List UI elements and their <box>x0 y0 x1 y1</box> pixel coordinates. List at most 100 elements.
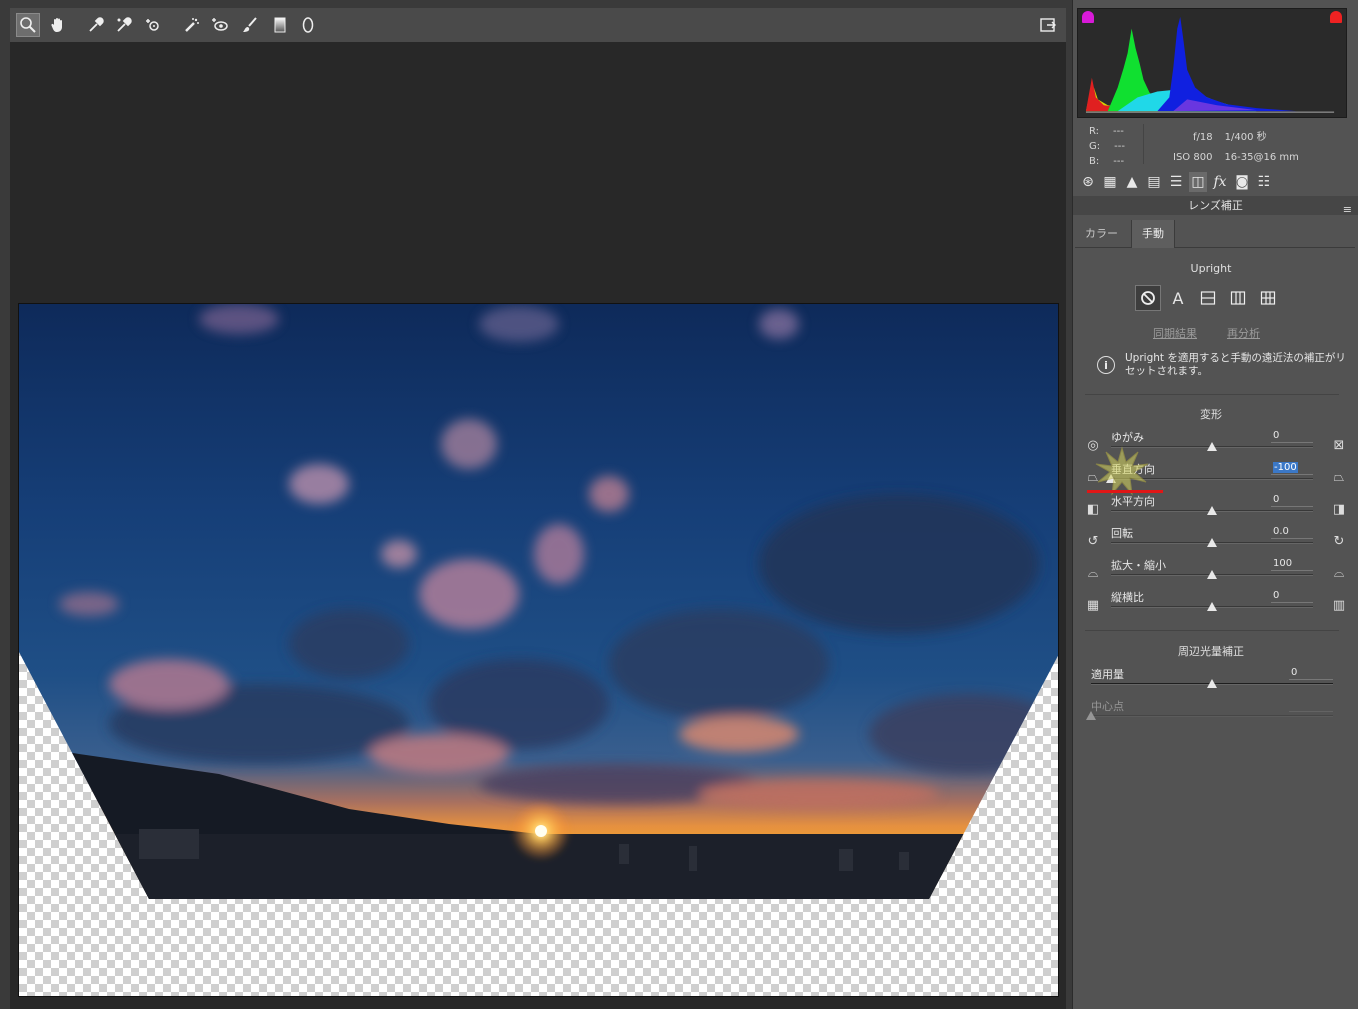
slider-label-distortion: ゆがみ <box>1111 431 1144 444</box>
upright-off-button[interactable] <box>1135 285 1161 311</box>
hand-tool-button[interactable] <box>46 13 70 37</box>
rgb-readout: R: --- G: --- B: --- <box>1089 124 1125 169</box>
no-symbol-icon <box>1141 291 1155 305</box>
slider-row-rotate: ↺ 回転 0.0 ↻ <box>1081 523 1347 555</box>
adjustment-brush-tool-button[interactable] <box>238 13 262 37</box>
slider-thumb-rotate[interactable] <box>1207 538 1217 547</box>
slider-value-horizontal[interactable]: 0 <box>1271 493 1313 507</box>
slider-thumb-aspect[interactable] <box>1207 602 1217 611</box>
slider-thumb-horizontal[interactable] <box>1207 506 1217 515</box>
basic-panel-tab[interactable]: ⊛ <box>1079 172 1097 192</box>
eyedropper-icon <box>89 17 104 32</box>
brush-icon <box>243 17 257 32</box>
slider-thumb-scale[interactable] <box>1207 570 1217 579</box>
zoom-tool-button[interactable] <box>16 13 40 37</box>
develop-panel: R: --- G: --- B: --- f/18 1/400 秒 ISO 800 16-… <box>1072 0 1358 1009</box>
slider-value-rotate[interactable]: 0.0 <box>1271 525 1313 539</box>
graduated-filter-icon <box>274 17 286 33</box>
tab-color[interactable]: カラー <box>1075 220 1128 248</box>
vignette-midpoint-thumb[interactable] <box>1086 711 1096 720</box>
b-value: --- <box>1113 156 1125 167</box>
horizontal-perspective-icon: ◧ <box>1086 501 1100 517</box>
r-label: R: <box>1089 126 1100 137</box>
rotate-cw-icon: ↻ <box>1333 533 1345 549</box>
vignette-amount-thumb[interactable] <box>1207 679 1217 688</box>
slider-value-text-horizontal: 0 <box>1273 494 1280 505</box>
sliders-icon: ☷ <box>1257 174 1271 190</box>
level-icon <box>1200 291 1216 305</box>
grid-icon <box>1260 291 1276 305</box>
vignette-midpoint-row: 中心点 <box>1081 696 1347 728</box>
highlight-clipping-toggle[interactable] <box>1330 11 1342 23</box>
tab-manual[interactable]: 手動 <box>1131 220 1175 248</box>
aspect-tall-icon: ▥ <box>1332 597 1346 613</box>
slider-thumb-distortion[interactable] <box>1207 442 1217 451</box>
slider-row-aspect: ▦ 縦横比 0 ▥ <box>1081 587 1347 619</box>
spot-removal-tool-button[interactable] <box>180 13 204 37</box>
radial-filter-tool-button[interactable] <box>296 13 320 37</box>
hsl-panel-tab[interactable]: ▤ <box>1145 172 1163 192</box>
upright-buttons: A <box>1135 285 1281 311</box>
slider-row-scale: ⌓ 拡大・縮小 100 ⌓ <box>1081 555 1347 587</box>
split-toning-panel-tab[interactable]: ☰ <box>1167 172 1185 192</box>
radial-filter-icon <box>302 17 314 33</box>
tone-curve-icon: ▦ <box>1103 174 1117 190</box>
upright-notice: i Upright を適用すると手動の遠近法の補正がリセットされます。 <box>1097 352 1347 378</box>
color-sampler-tool-button[interactable] <box>112 13 136 37</box>
red-eye-tool-button[interactable] <box>208 13 232 37</box>
slider-value-distortion[interactable]: 0 <box>1271 429 1313 443</box>
fullscreen-toggle-icon <box>1040 18 1056 32</box>
red-eye-icon <box>212 18 228 31</box>
panel-tabs: ⊛ ▦ ▲ ▤ ☰ ◫ fx ◙ ☷ <box>1077 172 1357 194</box>
slider-value-text-distortion: 0 <box>1273 430 1280 441</box>
fullscreen-button[interactable] <box>1036 13 1060 37</box>
targeted-adjustment-tool-button[interactable] <box>142 13 166 37</box>
aperture-value: f/18 <box>1193 132 1213 143</box>
panel-menu-icon[interactable]: ≡ <box>1343 200 1352 219</box>
slider-value-text-vertical: -100 <box>1273 462 1298 473</box>
camera-icon: ◙ <box>1235 174 1249 190</box>
sync-results-link[interactable]: 同期結果 <box>1153 327 1197 340</box>
slider-value-aspect[interactable]: 0 <box>1271 589 1313 603</box>
shadow-clipping-toggle[interactable] <box>1082 11 1094 23</box>
click-highlight-burst <box>1095 446 1149 496</box>
aspect-wide-icon: ▦ <box>1086 597 1100 613</box>
image-preview[interactable] <box>18 303 1059 997</box>
vertical-perspective-max-icon: ⏢ <box>1333 469 1345 485</box>
vignette-amount-value[interactable]: 0 <box>1289 666 1333 680</box>
upright-vertical-button[interactable] <box>1225 285 1251 311</box>
effects-panel-tab[interactable]: fx <box>1211 172 1229 192</box>
vignette-midpoint-track[interactable] <box>1091 715 1333 717</box>
lens-corrections-panel-tab[interactable]: ◫ <box>1189 172 1207 192</box>
histogram <box>1077 8 1347 118</box>
r-value: --- <box>1113 126 1124 137</box>
target-adjust-icon <box>146 19 159 31</box>
panel-title: レンズ補正 ≡ <box>1073 196 1358 216</box>
upright-full-button[interactable] <box>1255 285 1281 311</box>
upright-level-button[interactable] <box>1195 285 1221 311</box>
camera-calibration-panel-tab[interactable]: ◙ <box>1233 172 1251 192</box>
presets-panel-tab[interactable]: ☷ <box>1255 172 1273 192</box>
aperture-icon: ⊛ <box>1082 174 1094 190</box>
auto-a-icon: A <box>1172 288 1184 308</box>
reanalyze-link[interactable]: 再分析 <box>1227 327 1260 340</box>
shutter-value: 1/400 秒 <box>1224 132 1267 143</box>
graduated-filter-tool-button[interactable] <box>268 13 292 37</box>
upright-links: 同期結果 再分析 <box>1153 325 1290 341</box>
image-info: R: --- G: --- B: --- f/18 1/400 秒 ISO 800 16-… <box>1077 120 1347 168</box>
white-balance-tool-button[interactable] <box>84 13 108 37</box>
panel-title-text: レンズ補正 <box>1188 199 1243 212</box>
upright-auto-button[interactable]: A <box>1165 285 1191 311</box>
color-sampler-icon <box>117 17 132 32</box>
tone-curve-panel-tab[interactable]: ▦ <box>1101 172 1119 192</box>
slider-value-vertical[interactable]: -100 <box>1271 461 1313 475</box>
detail-panel-tab[interactable]: ▲ <box>1123 172 1141 192</box>
g-value: --- <box>1114 141 1125 152</box>
info-icon: i <box>1097 356 1115 374</box>
annotation-underline <box>1087 490 1163 493</box>
slider-value-scale[interactable]: 100 <box>1271 557 1313 571</box>
vignetting-title: 周辺光量補正 <box>1178 645 1244 658</box>
fx-icon: fx <box>1213 174 1227 190</box>
camera-info: f/18 1/400 秒 ISO 800 16-35@16 mm <box>1173 128 1311 168</box>
vignette-midpoint-value[interactable] <box>1289 698 1333 712</box>
